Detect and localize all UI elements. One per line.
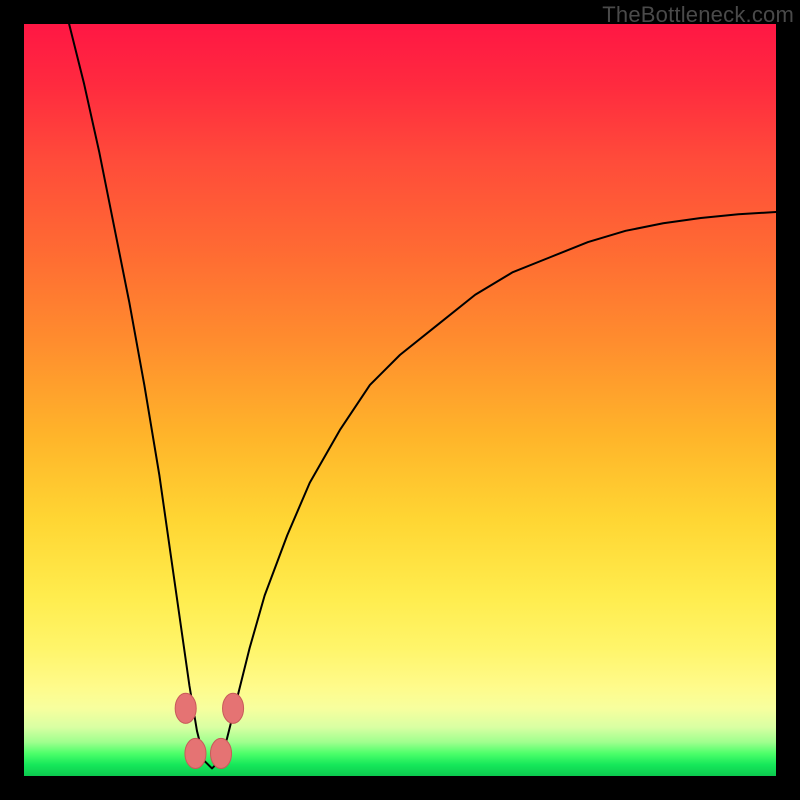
curve-layer [69,24,776,768]
threshold-marker-1 [185,738,206,768]
marker-layer [175,693,243,768]
watermark-text: TheBottleneck.com [602,2,794,28]
chart-frame [24,24,776,776]
threshold-marker-3 [223,693,244,723]
threshold-marker-0 [175,693,196,723]
threshold-marker-2 [210,738,231,768]
bottleneck-curve [69,24,776,768]
chart-svg [24,24,776,776]
